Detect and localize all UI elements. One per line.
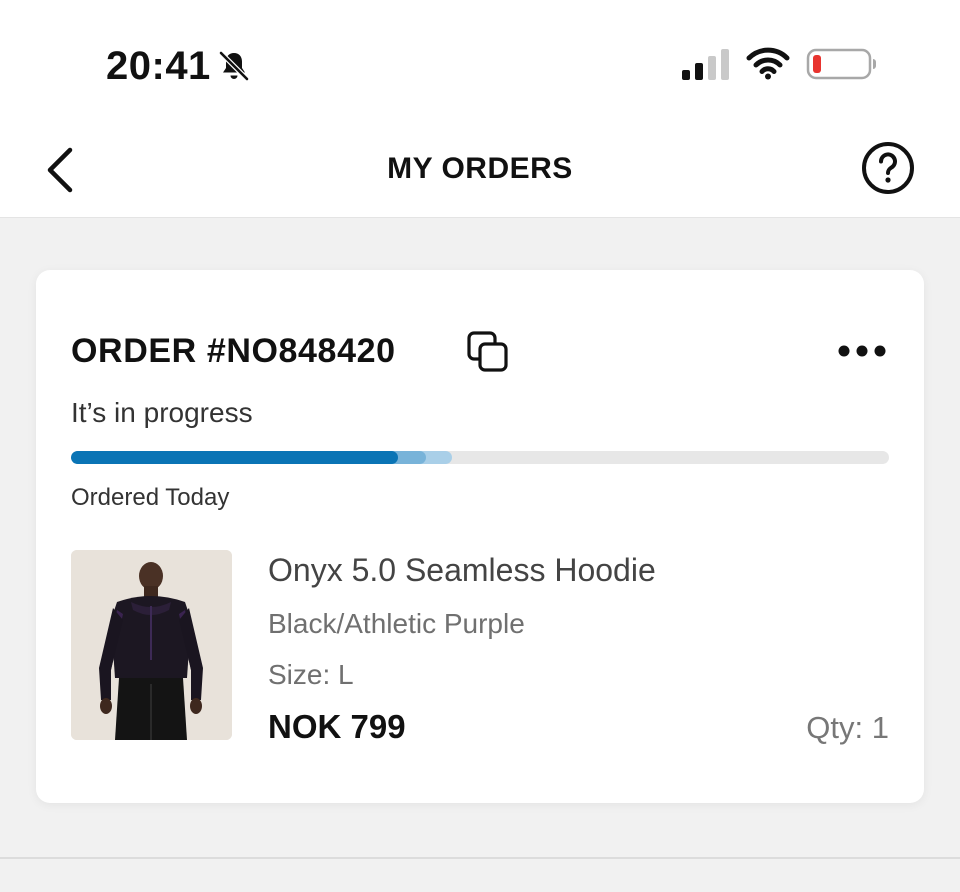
ordered-date: Ordered Today (71, 484, 230, 511)
battery-low-icon (806, 48, 876, 80)
order-number: ORDER #NO848420 (71, 332, 396, 370)
order-card[interactable]: ORDER #NO848420 It’s in progress Ordered… (36, 270, 924, 803)
order-progress-bar (71, 451, 889, 464)
cellular-signal-icon (682, 49, 729, 80)
product-image[interactable] (71, 550, 232, 740)
wifi-icon (746, 47, 790, 80)
status-time: 20:41 (106, 44, 211, 88)
copy-icon[interactable] (466, 330, 510, 374)
more-options-icon[interactable] (834, 334, 890, 368)
status-bar: 20:41 (0, 0, 960, 120)
product-name[interactable]: Onyx 5.0 Seamless Hoodie (268, 552, 656, 589)
divider (0, 857, 960, 859)
product-price: NOK 799 (268, 708, 406, 745)
help-question-icon[interactable] (860, 140, 916, 196)
nav-bar: MY ORDERS (0, 120, 960, 218)
product-color: Black/Athletic Purple (268, 608, 525, 639)
page-title: MY ORDERS (387, 152, 573, 185)
order-status-text: It’s in progress (71, 397, 253, 428)
product-size: Size: L (268, 659, 354, 690)
product-quantity: Qty: 1 (806, 710, 889, 745)
bell-muted-icon (219, 51, 249, 81)
progress-fill (71, 451, 399, 464)
